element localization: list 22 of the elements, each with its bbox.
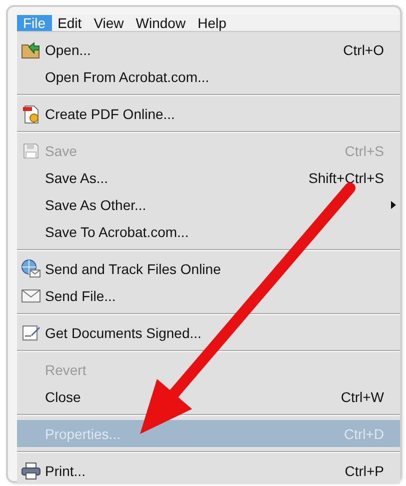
menu-item[interactable]: Send File... bbox=[17, 282, 400, 309]
signature-icon bbox=[21, 324, 41, 342]
menu-item[interactable]: Open... Ctrl+O bbox=[17, 36, 400, 63]
menu-item[interactable]: Close Ctrl+W bbox=[17, 383, 400, 410]
menu-item[interactable]: Create PDF Online... bbox=[17, 100, 400, 127]
menu-bar-item[interactable]: Window bbox=[130, 15, 192, 31]
menu-bar-item[interactable]: Edit bbox=[52, 15, 88, 31]
document-icon bbox=[22, 104, 40, 124]
menu-item[interactable]: Open From Acrobat.com... bbox=[17, 63, 400, 90]
menu-item[interactable]: Get Documents Signed... bbox=[17, 319, 400, 346]
globe-mail-icon bbox=[21, 258, 41, 278]
menu-item[interactable]: Print... Ctrl+P bbox=[17, 457, 400, 484]
submenu-arrow-icon bbox=[391, 201, 396, 209]
menu-bar-item[interactable]: View bbox=[88, 15, 130, 31]
envelope-icon bbox=[21, 288, 41, 304]
menu-item[interactable]: Save As Other... bbox=[17, 191, 400, 218]
printer-icon bbox=[21, 462, 41, 480]
menu-item[interactable]: Save To Acrobat.com... bbox=[17, 218, 400, 245]
folder-icon bbox=[21, 40, 41, 58]
menu-bar-item[interactable]: Help bbox=[192, 15, 232, 31]
menu-item[interactable]: Send and Track Files Online bbox=[17, 255, 400, 282]
menu-item[interactable]: Save As... Shift+Ctrl+S bbox=[17, 164, 400, 191]
